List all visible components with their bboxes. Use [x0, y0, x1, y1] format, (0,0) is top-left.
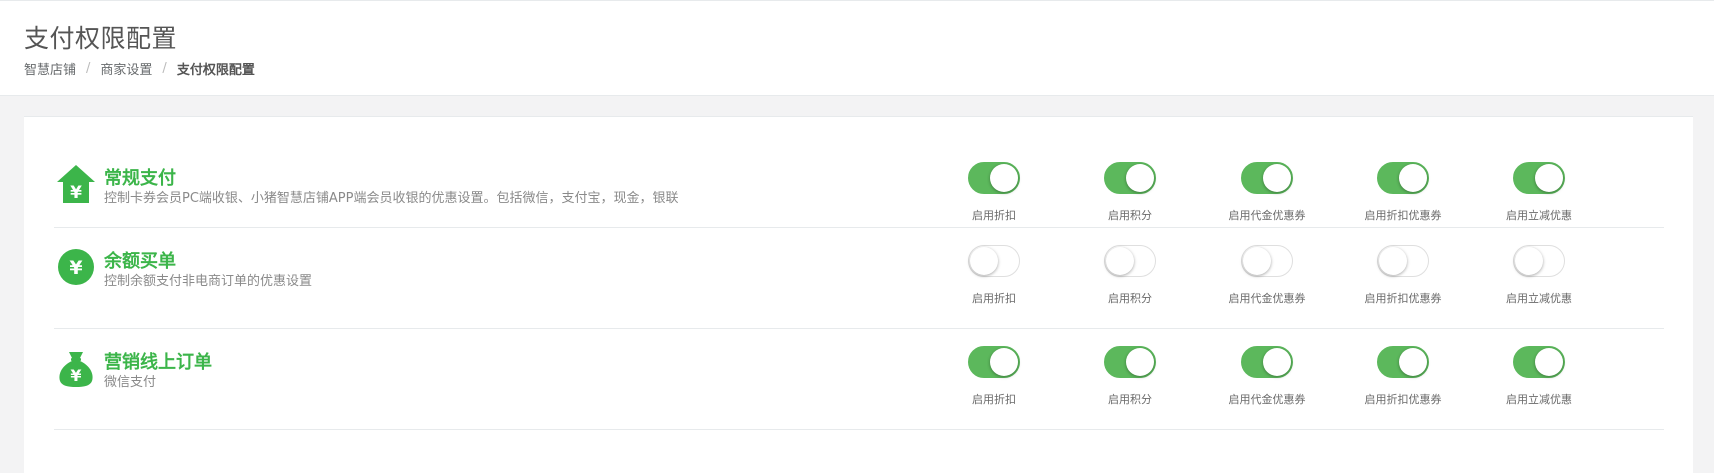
- switch-knob: [1379, 247, 1407, 275]
- toggle-discount: 启用折扣: [926, 162, 1062, 222]
- breadcrumb-link-store[interactable]: 智慧店铺: [24, 59, 76, 78]
- discount-switch[interactable]: [968, 162, 1020, 194]
- instant-reduction-switch[interactable]: [1513, 346, 1565, 378]
- row-description: 控制余额支付非电商订单的优惠设置: [104, 274, 313, 289]
- toggle-label: 启用代金优惠券: [1228, 209, 1306, 222]
- switch-knob: [1399, 348, 1427, 376]
- row-description: 控制卡券会员PC端收银、小猪智慧店铺APP端会员收银的优惠设置。包括微信，支付宝…: [104, 191, 679, 206]
- toggle-label: 启用积分: [1108, 292, 1152, 305]
- points-switch[interactable]: [1104, 346, 1156, 378]
- payment-row-online-orders: ¥ 营销线上订单 微信支付 启用折扣 启用积分 启用代金优惠券 启用折扣优惠券 …: [54, 329, 1664, 430]
- toggle-points: 启用积分: [1062, 162, 1198, 222]
- points-switch[interactable]: [1104, 162, 1156, 194]
- points-switch[interactable]: [1104, 245, 1156, 277]
- toggle-label: 启用代金优惠券: [1228, 393, 1306, 406]
- toggle-discount-coupon: 启用折扣优惠券: [1335, 162, 1471, 222]
- switch-knob: [1106, 247, 1134, 275]
- toggle-points: 启用积分: [1062, 245, 1198, 305]
- row-description: 微信支付: [104, 375, 157, 390]
- toggle-discount-coupon: 启用折扣优惠券: [1335, 346, 1471, 406]
- toggle-label: 启用积分: [1108, 209, 1152, 222]
- toggle-instant-reduction: 启用立减优惠: [1471, 162, 1607, 222]
- svg-text:¥: ¥: [69, 257, 82, 279]
- switch-knob: [1263, 348, 1291, 376]
- switch-knob: [1515, 247, 1543, 275]
- breadcrumb-separator: /: [162, 61, 167, 76]
- instant-reduction-switch[interactable]: [1513, 245, 1565, 277]
- toggle-cash-coupon: 启用代金优惠券: [1199, 245, 1335, 305]
- instant-reduction-switch[interactable]: [1513, 162, 1565, 194]
- money-bag-icon: ¥: [59, 352, 93, 387]
- toggle-cash-coupon: 启用代金优惠券: [1199, 346, 1335, 406]
- svg-text:¥: ¥: [70, 183, 82, 203]
- toggle-label: 启用立减优惠: [1506, 292, 1572, 305]
- switch-knob: [1243, 247, 1271, 275]
- switch-knob: [990, 348, 1018, 376]
- toggle-label: 启用折扣优惠券: [1364, 393, 1442, 406]
- toggle-instant-reduction: 启用立减优惠: [1471, 346, 1607, 406]
- toggle-label: 启用代金优惠券: [1228, 292, 1306, 305]
- discount-coupon-switch[interactable]: [1377, 162, 1429, 194]
- settings-card: ¥ 常规支付 控制卡券会员PC端收银、小猪智慧店铺APP端会员收银的优惠设置。包…: [24, 116, 1693, 473]
- toggle-discount: 启用折扣: [926, 245, 1062, 305]
- discount-switch[interactable]: [968, 346, 1020, 378]
- toggle-label: 启用立减优惠: [1506, 393, 1572, 406]
- switch-knob: [970, 247, 998, 275]
- toggle-discount-coupon: 启用折扣优惠券: [1335, 245, 1471, 305]
- svg-text:¥: ¥: [70, 366, 81, 385]
- toggle-label: 启用折扣: [972, 393, 1016, 406]
- switch-knob: [1535, 348, 1563, 376]
- payment-row-regular: ¥ 常规支付 控制卡券会员PC端收银、小猪智慧店铺APP端会员收银的优惠设置。包…: [54, 127, 1664, 228]
- toggle-label: 启用积分: [1108, 393, 1152, 406]
- home-yen-icon: ¥: [57, 165, 95, 203]
- cash-coupon-switch[interactable]: [1241, 346, 1293, 378]
- breadcrumb-current: 支付权限配置: [176, 63, 255, 78]
- payment-row-balance: ¥ 余额买单 控制余额支付非电商订单的优惠设置 启用折扣 启用积分 启用代金优惠…: [54, 228, 1664, 329]
- switch-knob: [1126, 164, 1154, 192]
- toggle-label: 启用折扣优惠券: [1364, 292, 1442, 305]
- cash-coupon-switch[interactable]: [1241, 245, 1293, 277]
- toggle-instant-reduction: 启用立减优惠: [1471, 245, 1607, 305]
- switch-knob: [1535, 164, 1563, 192]
- cash-coupon-switch[interactable]: [1241, 162, 1293, 194]
- breadcrumb-separator: /: [86, 61, 91, 76]
- page-title: 支付权限配置: [24, 24, 178, 53]
- page-header: 支付权限配置 智慧店铺 / 商家设置 / 支付权限配置: [0, 1, 1714, 96]
- toggle-points: 启用积分: [1062, 346, 1198, 406]
- toggle-label: 启用折扣: [972, 292, 1016, 305]
- toggle-label: 启用立减优惠: [1506, 209, 1572, 222]
- discount-coupon-switch[interactable]: [1377, 346, 1429, 378]
- switch-knob: [1263, 164, 1291, 192]
- toggle-cash-coupon: 启用代金优惠券: [1199, 162, 1335, 222]
- discount-switch[interactable]: [968, 245, 1020, 277]
- switch-knob: [1399, 164, 1427, 192]
- switch-knob: [990, 164, 1018, 192]
- toggle-discount: 启用折扣: [926, 346, 1062, 406]
- discount-coupon-switch[interactable]: [1377, 245, 1429, 277]
- toggle-label: 启用折扣优惠券: [1364, 209, 1442, 222]
- switch-knob: [1126, 348, 1154, 376]
- yen-circle-icon: ¥: [58, 249, 94, 285]
- toggle-label: 启用折扣: [972, 209, 1016, 222]
- breadcrumb: 智慧店铺 / 商家设置 / 支付权限配置: [24, 59, 255, 78]
- breadcrumb-link-merchant-settings[interactable]: 商家设置: [100, 59, 152, 78]
